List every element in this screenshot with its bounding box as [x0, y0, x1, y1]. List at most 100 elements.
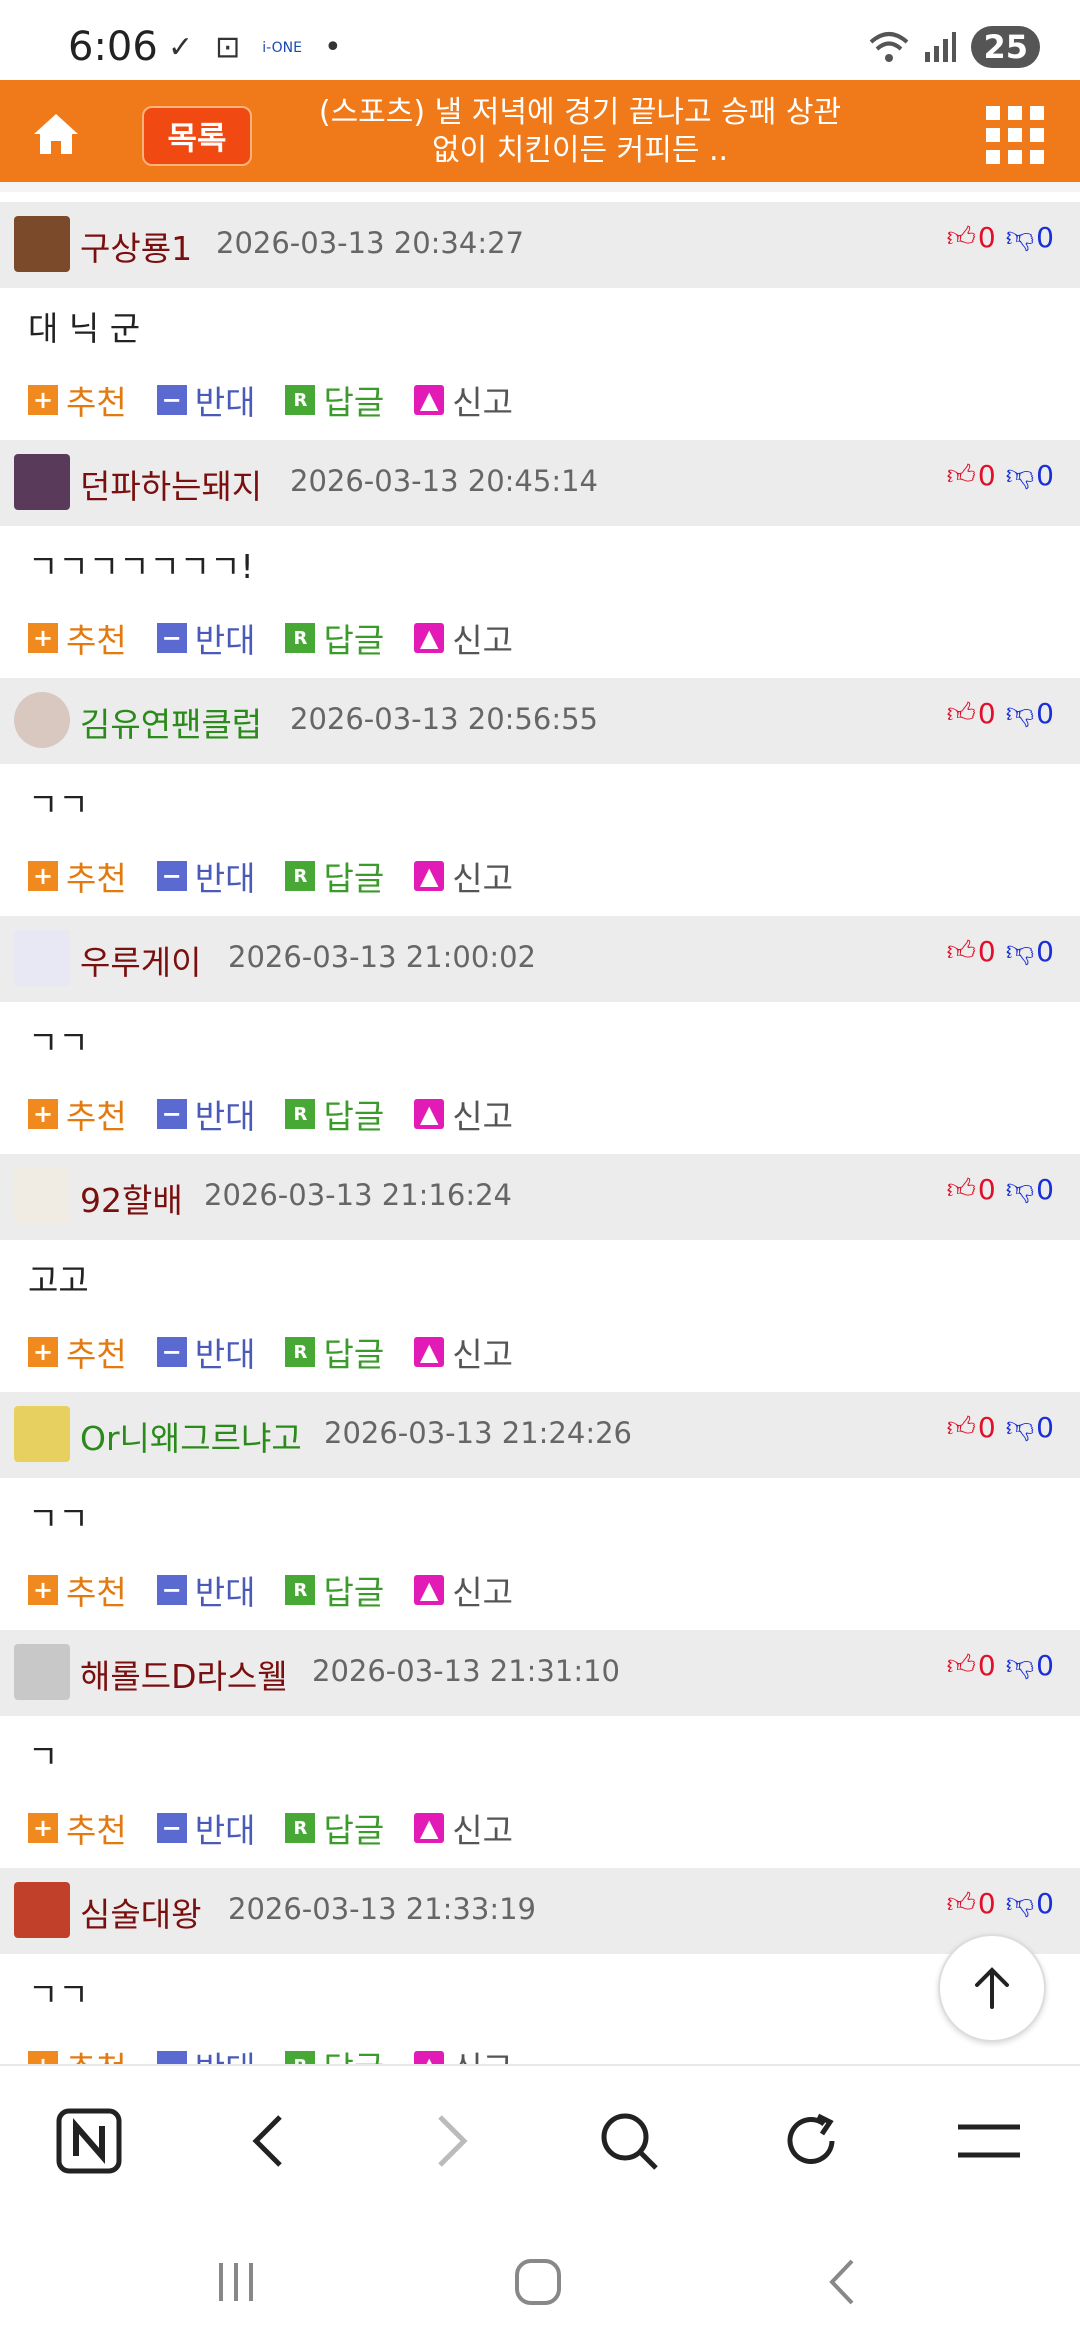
- oppose-label: 반대: [195, 2042, 256, 2064]
- comment-username[interactable]: 92할배: [80, 1174, 183, 1222]
- oppose-button[interactable]: −반대: [156, 1090, 255, 1138]
- reload-button[interactable]: [776, 2106, 846, 2176]
- comment-username[interactable]: Or니왜그르냐고: [80, 1412, 302, 1460]
- home-button[interactable]: [28, 106, 84, 162]
- recommend-button[interactable]: + 추천: [28, 614, 127, 662]
- recommend-label: 추천: [66, 1335, 127, 1374]
- reply-button[interactable]: R답글: [285, 376, 384, 424]
- avatar[interactable]: [14, 216, 70, 272]
- oppose-button[interactable]: −반대: [156, 1804, 255, 1852]
- oppose-button[interactable]: −반대: [156, 2042, 256, 2064]
- reply-button[interactable]: R답글: [285, 1566, 384, 1614]
- search-button[interactable]: [594, 2106, 664, 2176]
- comment-username[interactable]: 김유연팬클럽: [80, 698, 262, 746]
- avatar[interactable]: [14, 1406, 70, 1462]
- up-count: 0: [977, 1410, 996, 1444]
- recommend-button[interactable]: + 추천: [28, 1804, 127, 1852]
- oppose-button[interactable]: −반대: [156, 614, 255, 662]
- naver-n-icon: [56, 2108, 122, 2174]
- report-button[interactable]: ▲신고: [414, 614, 513, 662]
- status-bar: 6:06 ✓ ⊡ i-ONE • 25: [0, 0, 1080, 80]
- status-notification-icons: ✓ ⊡ i-ONE •: [168, 30, 342, 65]
- reply-button[interactable]: R답글: [285, 1090, 384, 1138]
- oppose-button[interactable]: −반대: [156, 1328, 255, 1376]
- comment-text: ㄱㄱ: [28, 1023, 89, 1062]
- down-count: 0: [1036, 1648, 1054, 1682]
- report-button[interactable]: ▲신고: [414, 2042, 513, 2064]
- report-button[interactable]: ▲신고: [414, 1328, 513, 1376]
- grid-icon: [986, 128, 1000, 142]
- minus-icon: −: [156, 2051, 187, 2064]
- vote-counts: 👍︎ 0 👎︎ 0: [947, 458, 1054, 492]
- report-button[interactable]: ▲신고: [414, 1566, 513, 1614]
- oppose-label: 반대: [194, 859, 256, 898]
- list-button[interactable]: 목록: [142, 106, 252, 166]
- down-count: 0: [1036, 696, 1054, 730]
- comment-username[interactable]: 해롤드D라스웰: [80, 1650, 288, 1698]
- plus-icon: +: [28, 623, 58, 653]
- up-count: 0: [977, 220, 996, 254]
- down-count: 0: [1036, 1886, 1054, 1920]
- recommend-button[interactable]: + 추천: [28, 2042, 127, 2064]
- recent-apps-button[interactable]: [206, 2252, 266, 2312]
- comment-header: 던파하는돼지 2026-03-13 20:45:14 👍︎ 0 👎︎ 0: [0, 440, 1080, 526]
- avatar[interactable]: [14, 1168, 70, 1224]
- recommend-button[interactable]: + 추천: [28, 1328, 127, 1376]
- oppose-button[interactable]: −반대: [156, 376, 255, 424]
- recommend-label: 추천: [66, 383, 127, 422]
- comment-text: ㄱ: [28, 1737, 59, 1776]
- report-label: 신고: [452, 1573, 513, 1612]
- comment-timestamp: 2026-03-13 21:31:10: [312, 1654, 620, 1688]
- thumbs-down-icon: 👎︎: [1005, 458, 1035, 491]
- recommend-button[interactable]: + 추천: [28, 1566, 127, 1614]
- oppose-label: 반대: [194, 1573, 256, 1612]
- comment-username[interactable]: 던파하는돼지: [80, 460, 262, 508]
- comment-item: 던파하는돼지 2026-03-13 20:45:14 👍︎ 0 👎︎ 0 ㄱㄱㄱ…: [0, 440, 1080, 678]
- comment-timestamp: 2026-03-13 21:00:02: [228, 940, 536, 974]
- reply-button[interactable]: R답글: [285, 1804, 384, 1852]
- report-button[interactable]: ▲신고: [414, 1804, 513, 1852]
- up-count: 0: [977, 458, 996, 492]
- back-nav-button[interactable]: [812, 2252, 872, 2312]
- avatar[interactable]: [14, 1644, 70, 1700]
- oppose-button[interactable]: −반대: [156, 1566, 256, 1614]
- reply-button[interactable]: R답글: [285, 1328, 384, 1376]
- menu-grid-button[interactable]: [986, 106, 1044, 164]
- report-button[interactable]: ▲신고: [414, 376, 513, 424]
- oppose-button[interactable]: −반대: [156, 852, 256, 900]
- arrow-up-icon: [975, 1967, 1009, 2009]
- recommend-label: 추천: [66, 1097, 127, 1136]
- reply-button[interactable]: R답글: [285, 2042, 384, 2064]
- report-button[interactable]: ▲신고: [414, 852, 513, 900]
- comment-text: ㄱㄱ: [28, 785, 89, 824]
- recommend-button[interactable]: + 추천: [28, 1090, 127, 1138]
- menu-button[interactable]: [954, 2106, 1024, 2176]
- scroll-top-button[interactable]: [938, 1934, 1046, 2042]
- forward-button[interactable]: [416, 2106, 486, 2176]
- home-nav-button[interactable]: [508, 2252, 568, 2312]
- reply-button[interactable]: R답글: [285, 614, 384, 662]
- report-label: 신고: [452, 859, 513, 898]
- comment-username[interactable]: 우루게이: [80, 936, 201, 984]
- report-button[interactable]: ▲신고: [414, 1090, 513, 1138]
- avatar[interactable]: [14, 1882, 70, 1938]
- avatar[interactable]: [14, 692, 70, 748]
- reply-label: 답글: [323, 1097, 385, 1136]
- recommend-button[interactable]: + 추천: [28, 852, 127, 900]
- reply-button[interactable]: R답글: [285, 852, 384, 900]
- comment-username[interactable]: 구상룡1: [80, 222, 192, 270]
- avatar[interactable]: [14, 930, 70, 986]
- reply-icon: R: [285, 2051, 316, 2064]
- comment-header: 심술대왕 2026-03-13 21:33:19 👍︎ 0 👎︎ 0: [0, 1868, 1080, 1954]
- thumbs-up-icon: 👍︎: [946, 220, 976, 253]
- grid-icon: [1008, 106, 1022, 120]
- naver-home-button[interactable]: [54, 2106, 124, 2176]
- avatar[interactable]: [14, 454, 70, 510]
- comment-item: 김유연팬클럽 2026-03-13 20:56:55 👍︎ 0 👎︎ 0 ㄱㄱ …: [0, 678, 1080, 916]
- recommend-button[interactable]: + 추천: [28, 376, 127, 424]
- app-notification-icon: i-ONE: [262, 39, 302, 56]
- comment-header: 구상룡1 2026-03-13 20:34:27 👍︎ 0 👎︎ 0: [0, 202, 1080, 288]
- comment-username[interactable]: 심술대왕: [80, 1888, 201, 1936]
- comment-actions: + 추천 −반대 R답글 ▲신고: [28, 614, 543, 662]
- back-button[interactable]: [234, 2106, 304, 2176]
